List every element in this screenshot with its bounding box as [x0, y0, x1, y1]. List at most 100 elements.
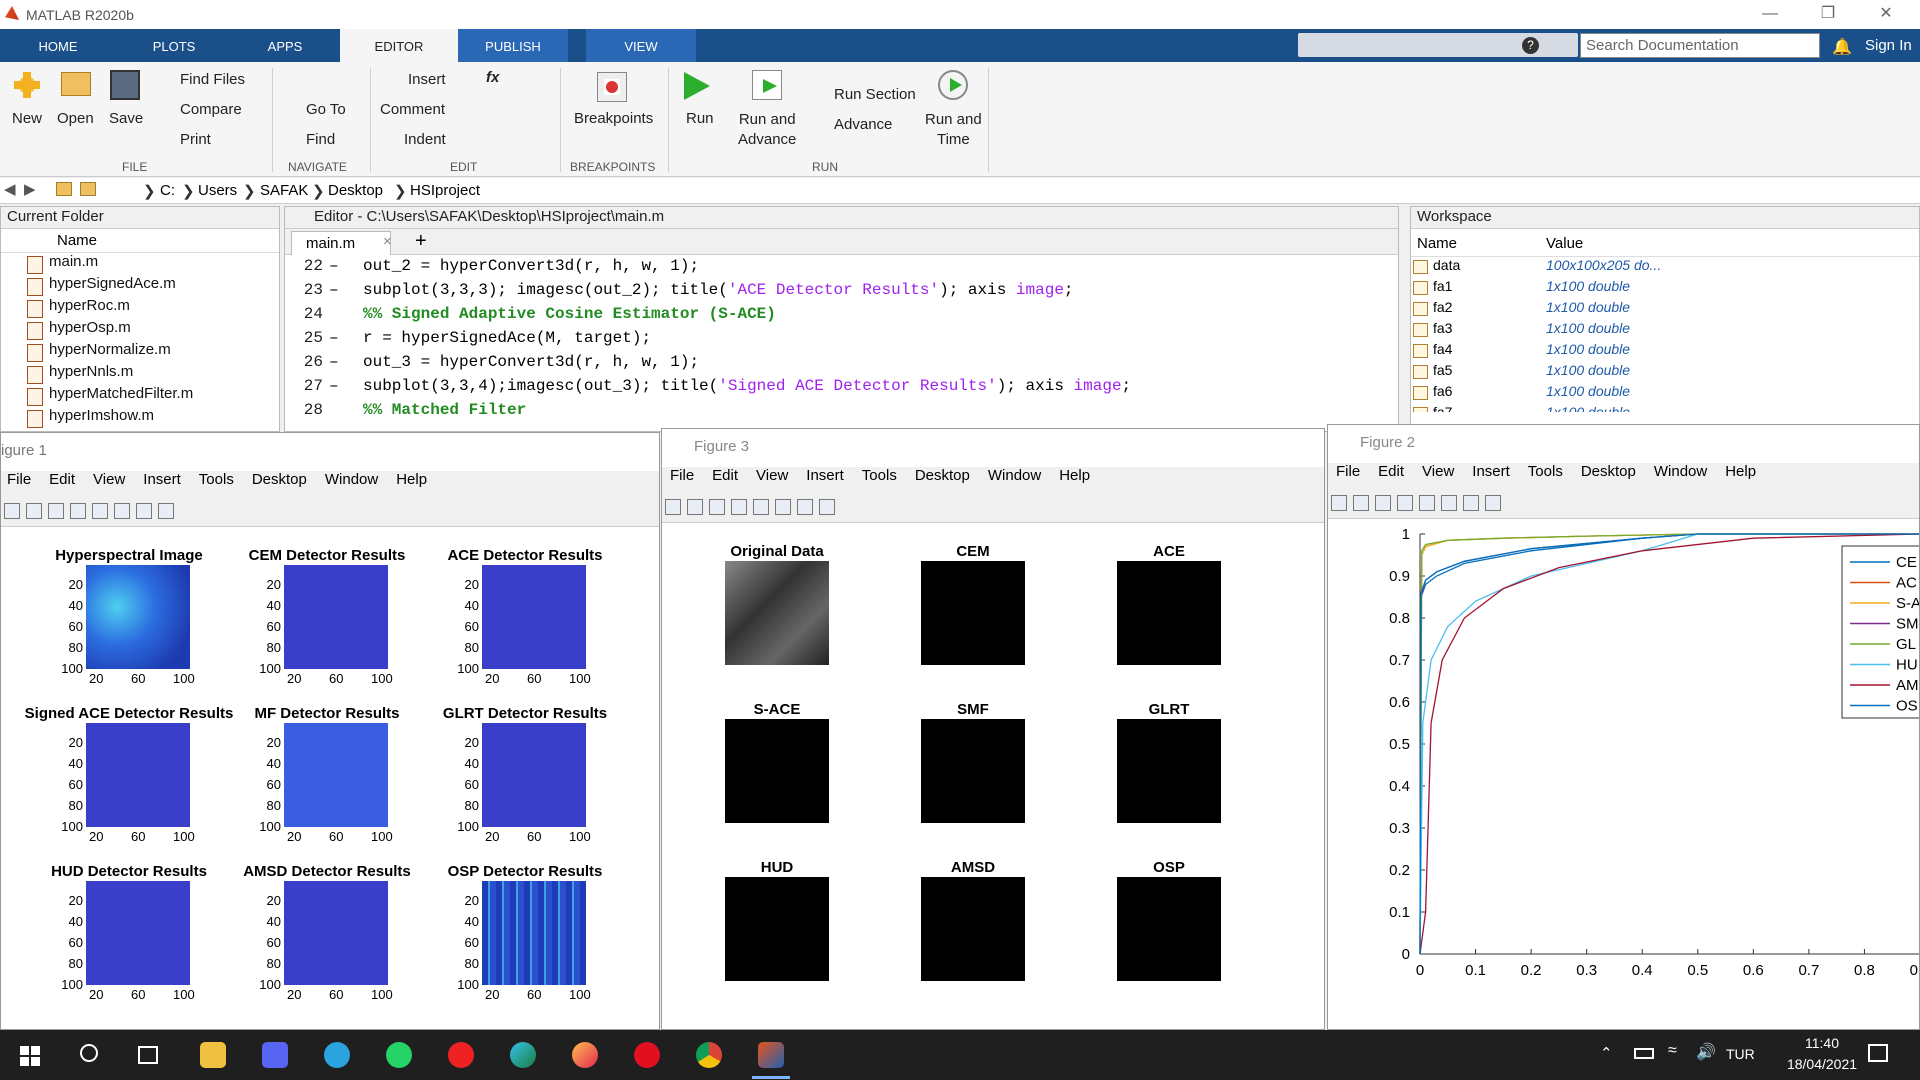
ws-var[interactable]: data 100x100x205 do...: [1411, 257, 1919, 278]
advance-button[interactable]: Advance: [834, 116, 892, 133]
figure-menu-file[interactable]: File: [7, 471, 31, 497]
tab-view[interactable]: VIEW: [586, 29, 696, 62]
tab-apps[interactable]: APPS: [245, 29, 325, 62]
address-bar[interactable]: ◀ ▶ C: Users SAFAK Desktop HSIproject ❯ …: [0, 178, 1920, 204]
battery-icon[interactable]: [1634, 1048, 1654, 1059]
insert-fx-icon[interactable]: fx: [486, 69, 499, 86]
file-explorer-icon[interactable]: [200, 1042, 226, 1068]
path-desktop[interactable]: Desktop: [328, 182, 383, 199]
edge-icon[interactable]: [510, 1042, 536, 1068]
figure-menu-desktop[interactable]: Desktop: [252, 471, 307, 497]
figure-menu-tools[interactable]: Tools: [862, 467, 897, 493]
figure-menu-insert[interactable]: Insert: [806, 467, 844, 493]
new-button[interactable]: New: [12, 110, 42, 127]
file-item[interactable]: main.m: [1, 253, 279, 275]
run-and-time-button[interactable]: Run and Time: [925, 110, 982, 150]
file-item[interactable]: hyperRoc.m: [1, 297, 279, 319]
back-icon[interactable]: ◀: [4, 180, 16, 198]
file-item[interactable]: hyperNnls.m: [1, 363, 279, 385]
minimize-button[interactable]: —: [1742, 0, 1798, 29]
figure-menu-view[interactable]: View: [756, 467, 788, 493]
matlab-taskbar-icon[interactable]: [758, 1042, 784, 1068]
browse-folder-icon[interactable]: [80, 182, 96, 196]
windows-start-icon[interactable]: [20, 1046, 40, 1066]
figure-menu-window[interactable]: Window: [988, 467, 1041, 493]
name-column-header[interactable]: Name: [1, 229, 279, 253]
figure-menu-view[interactable]: View: [1422, 463, 1454, 489]
run-and-advance-button[interactable]: Run and Advance: [738, 110, 796, 150]
whatsapp-icon[interactable]: [386, 1042, 412, 1068]
figure-menu-help[interactable]: Help: [1059, 467, 1090, 493]
path-hsiproject[interactable]: HSIproject: [410, 182, 480, 199]
find-files-button[interactable]: Find Files: [180, 71, 245, 88]
file-item[interactable]: hyperOsp.m: [1, 319, 279, 341]
help-icon[interactable]: ?: [1522, 37, 1539, 54]
code-area[interactable]: 22– out_2 = hyperConvert3d(r, h, w, 1); 2…: [285, 255, 1398, 425]
figure-menu-insert[interactable]: Insert: [1472, 463, 1510, 489]
go-to-button[interactable]: Go To: [306, 101, 346, 118]
indent-button[interactable]: Indent: [404, 131, 446, 148]
restore-button[interactable]: ❐: [1800, 0, 1856, 29]
search-input[interactable]: Search Documentation: [1580, 33, 1820, 58]
figure-menu-help[interactable]: Help: [1725, 463, 1756, 489]
figure-menu-window[interactable]: Window: [1654, 463, 1707, 489]
clock-time[interactable]: 11:40: [1792, 1035, 1852, 1051]
forward-icon[interactable]: ▶: [24, 180, 36, 198]
file-item[interactable]: hyperMatchedFilter.m: [1, 385, 279, 407]
notifications-icon[interactable]: [1868, 1044, 1888, 1062]
tab-publish[interactable]: PUBLISH: [458, 29, 568, 62]
telegram-icon[interactable]: [324, 1042, 350, 1068]
ws-var[interactable]: fa1 1x100 double: [1411, 278, 1919, 299]
file-item[interactable]: hyperNormalize.m: [1, 341, 279, 363]
figure-menu-view[interactable]: View: [93, 471, 125, 497]
bell-icon[interactable]: 🔔: [1832, 37, 1852, 57]
task-view-icon[interactable]: [138, 1046, 158, 1064]
editor-tab-main[interactable]: main.m: [291, 231, 391, 255]
path-safak[interactable]: SAFAK: [260, 182, 308, 199]
language-indicator[interactable]: TUR: [1726, 1046, 1755, 1062]
run-section-button[interactable]: Run Section: [834, 86, 916, 103]
chrome-icon[interactable]: [696, 1042, 722, 1068]
figure-menu-insert[interactable]: Insert: [143, 471, 181, 497]
figure-menu-file[interactable]: File: [1336, 463, 1360, 489]
find-button[interactable]: Find: [306, 131, 335, 148]
ws-var[interactable]: fa5 1x100 double: [1411, 362, 1919, 383]
tray-chevron-icon[interactable]: ⌃: [1600, 1044, 1613, 1062]
breakpoints-button[interactable]: Breakpoints: [574, 110, 653, 127]
ws-col-name[interactable]: Name: [1417, 235, 1457, 252]
opera-icon[interactable]: [634, 1042, 660, 1068]
save-button[interactable]: Save: [109, 110, 143, 127]
print-button[interactable]: Print: [180, 131, 211, 148]
comment-button[interactable]: Comment: [380, 101, 445, 118]
compare-button[interactable]: Compare: [180, 101, 242, 118]
figure-menu-edit[interactable]: Edit: [1378, 463, 1404, 489]
insert-button[interactable]: Insert: [408, 71, 446, 88]
discord-icon[interactable]: [262, 1042, 288, 1068]
run-button[interactable]: Run: [686, 110, 714, 127]
close-button[interactable]: ✕: [1858, 0, 1914, 29]
up-folder-icon[interactable]: [56, 182, 72, 196]
figure-menu-edit[interactable]: Edit: [712, 467, 738, 493]
volume-icon[interactable]: 🔊: [1696, 1042, 1716, 1062]
tab-plots[interactable]: PLOTS: [134, 29, 214, 62]
figure-menu-file[interactable]: File: [670, 467, 694, 493]
firefox-icon[interactable]: [572, 1042, 598, 1068]
ws-var[interactable]: fa4 1x100 double: [1411, 341, 1919, 362]
close-tab-icon[interactable]: ×: [383, 233, 392, 250]
figure-menu-help[interactable]: Help: [396, 471, 427, 497]
file-item[interactable]: hyperImshow.m: [1, 407, 279, 429]
ws-var[interactable]: fa6 1x100 double: [1411, 383, 1919, 404]
figure-menu-window[interactable]: Window: [325, 471, 378, 497]
new-tab-button[interactable]: +: [415, 230, 427, 253]
figure-menu-tools[interactable]: Tools: [1528, 463, 1563, 489]
open-button[interactable]: Open: [57, 110, 94, 127]
ws-var[interactable]: fa3 1x100 double: [1411, 320, 1919, 341]
file-item[interactable]: hyperSignedAce.m: [1, 275, 279, 297]
path-users[interactable]: Users: [198, 182, 237, 199]
wifi-icon[interactable]: ≈: [1668, 1042, 1677, 1060]
figure-menu-desktop[interactable]: Desktop: [915, 467, 970, 493]
clock-date[interactable]: 18/04/2021: [1782, 1056, 1862, 1072]
sign-in-link[interactable]: Sign In: [1865, 37, 1912, 54]
figure-menu-edit[interactable]: Edit: [49, 471, 75, 497]
figure-menu-desktop[interactable]: Desktop: [1581, 463, 1636, 489]
